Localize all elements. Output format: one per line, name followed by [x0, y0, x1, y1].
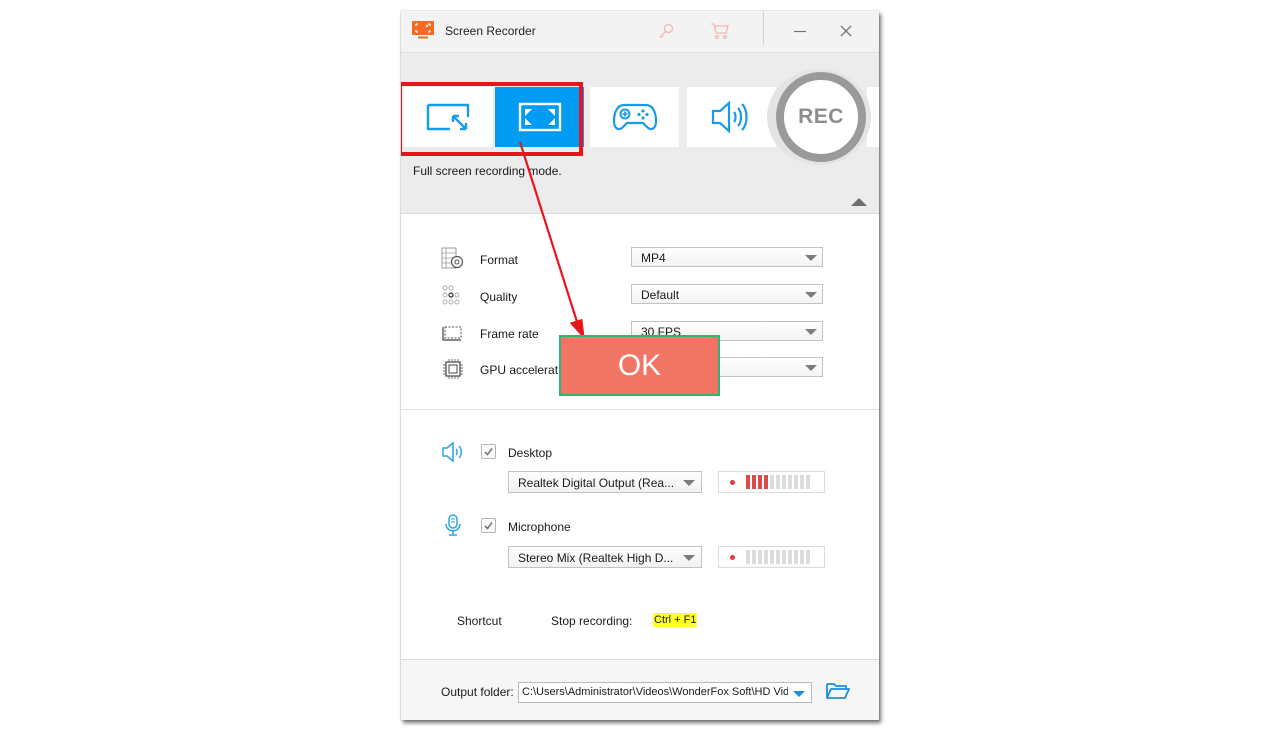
- desktop-device-value: Realtek Digital Output (Rea...: [518, 476, 675, 490]
- close-icon: [840, 25, 852, 37]
- mode-bar: REC Full screen recording mode.: [401, 53, 879, 214]
- level-segment: [800, 550, 804, 564]
- titlebar-separator: [763, 11, 764, 45]
- folder-icon: [826, 683, 850, 699]
- output-folder-label: Output folder:: [441, 685, 514, 699]
- quality-row: Quality Default: [401, 284, 879, 310]
- quality-label: Quality: [480, 290, 518, 304]
- minimize-icon: [794, 30, 806, 33]
- level-segments: [746, 550, 810, 564]
- chevron-down-icon: [683, 480, 695, 486]
- microphone-device-value: Stereo Mix (Realtek High D...: [518, 551, 674, 565]
- recording-dot-icon: [730, 480, 735, 485]
- quality-value: Default: [641, 288, 680, 302]
- microphone-icon: [445, 514, 461, 536]
- desktop-device-select[interactable]: Realtek Digital Output (Rea...: [508, 471, 702, 493]
- cart-icon: [711, 23, 729, 40]
- output-footer: Output folder: C:\Users\Administrator\Vi…: [401, 659, 879, 720]
- microphone-checkbox[interactable]: [481, 518, 496, 533]
- microphone-device-select[interactable]: Stereo Mix (Realtek High D...: [508, 546, 702, 568]
- mode-description: Full screen recording mode.: [413, 164, 562, 178]
- level-segment: [788, 550, 792, 564]
- level-segment: [758, 475, 762, 489]
- title-bar: Screen Recorder: [401, 11, 879, 53]
- collapse-panel-button[interactable]: [851, 198, 867, 206]
- checkmark-icon: [484, 448, 493, 456]
- chevron-down-icon[interactable]: [793, 691, 805, 697]
- chevron-down-icon: [683, 555, 695, 561]
- level-segment: [770, 475, 774, 489]
- rec-button-wrap: REC: [767, 69, 871, 165]
- microphone-level-meter: [718, 546, 825, 568]
- level-segment: [764, 475, 768, 489]
- desktop-audio-label: Desktop: [508, 446, 553, 460]
- format-label: Format: [480, 253, 519, 267]
- audio-mode-button[interactable]: [687, 87, 776, 147]
- game-mode-button[interactable]: [590, 87, 679, 147]
- app-logo-icon: [412, 21, 434, 39]
- section-divider: [401, 409, 879, 410]
- level-segment: [752, 550, 756, 564]
- shortcut-label: Shortcut: [457, 614, 502, 628]
- output-folder-field[interactable]: C:\Users\Administrator\Videos\WonderFox …: [518, 682, 812, 703]
- level-segment: [782, 550, 786, 564]
- level-segment: [806, 475, 810, 489]
- minimize-button[interactable]: [785, 17, 815, 45]
- level-segment: [806, 550, 810, 564]
- quality-select[interactable]: Default: [631, 284, 823, 304]
- desktop-audio-checkbox[interactable]: [481, 444, 496, 459]
- annotation-highlight-box: [401, 82, 583, 156]
- chevron-down-icon: [805, 329, 817, 335]
- window-title: Screen Recorder: [445, 24, 536, 38]
- level-segment: [764, 550, 768, 564]
- key-icon: [659, 23, 674, 39]
- format-row: Format MP4: [401, 247, 879, 273]
- stop-recording-label: Stop recording:: [551, 614, 633, 628]
- quality-dots-icon: [442, 285, 460, 305]
- gamepad-icon: [612, 103, 657, 131]
- format-settings-icon: [441, 247, 464, 269]
- frame-rate-icon: [442, 326, 462, 341]
- format-select[interactable]: MP4: [631, 247, 823, 267]
- recording-dot-icon: [730, 555, 735, 560]
- frame-rate-label: Frame rate: [480, 327, 539, 341]
- chevron-down-icon: [805, 292, 817, 298]
- level-segment: [752, 475, 756, 489]
- level-segment: [758, 550, 762, 564]
- buy-cart-button[interactable]: [705, 17, 735, 45]
- checkmark-icon: [484, 522, 493, 530]
- level-segment: [800, 475, 804, 489]
- chevron-down-icon: [805, 365, 817, 371]
- open-folder-button[interactable]: [826, 682, 852, 702]
- level-segment: [794, 550, 798, 564]
- level-segment: [794, 475, 798, 489]
- output-folder-path: C:\Users\Administrator\Videos\WonderFox …: [522, 686, 788, 698]
- level-segment: [770, 550, 774, 564]
- ok-annotation-button[interactable]: OK: [559, 335, 720, 396]
- microphone-label: Microphone: [508, 520, 571, 534]
- format-value: MP4: [641, 251, 666, 265]
- level-segment: [776, 475, 780, 489]
- level-segments: [746, 475, 810, 489]
- desktop-level-meter: [718, 471, 825, 493]
- gpu-chip-icon: [443, 359, 463, 379]
- stop-recording-hotkey[interactable]: Ctrl + F1: [653, 613, 698, 627]
- close-button[interactable]: [831, 17, 861, 45]
- level-segment: [746, 475, 750, 489]
- level-segment: [788, 475, 792, 489]
- gpu-label: GPU accelerat: [480, 363, 559, 377]
- register-key-button[interactable]: [651, 17, 681, 45]
- speaker-icon: [711, 100, 748, 134]
- rec-button[interactable]: REC: [776, 72, 866, 162]
- chevron-down-icon: [805, 255, 817, 261]
- level-segment: [782, 475, 786, 489]
- level-segment: [746, 550, 750, 564]
- desktop-speaker-icon: [442, 441, 462, 463]
- level-segment: [776, 550, 780, 564]
